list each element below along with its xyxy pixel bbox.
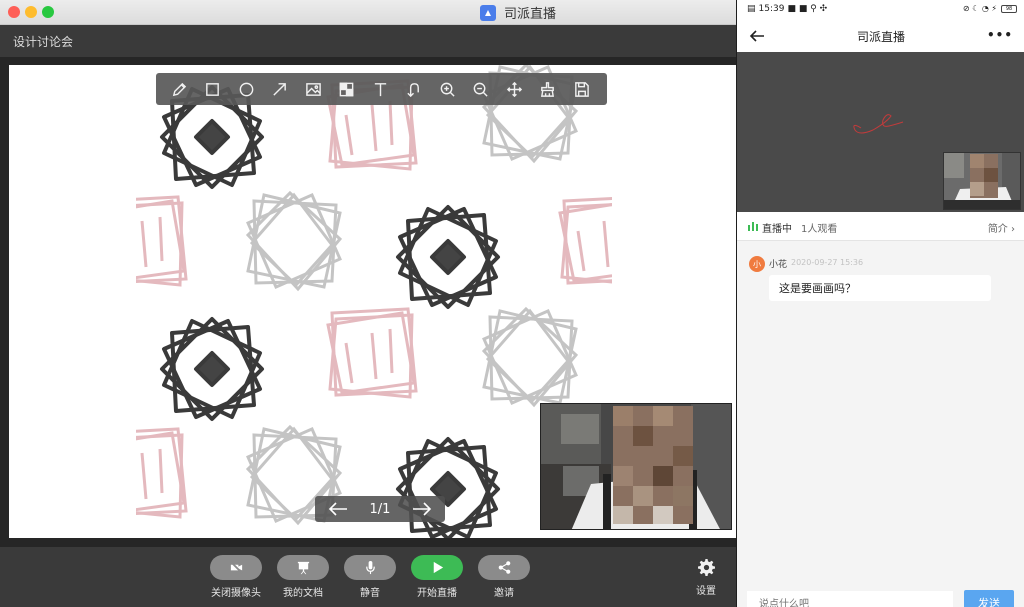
clear-icon[interactable] xyxy=(535,76,561,102)
undo-icon[interactable] xyxy=(401,76,427,102)
share-icon xyxy=(498,561,510,574)
gear-icon xyxy=(697,559,715,576)
app-logo-icon xyxy=(480,4,496,21)
presenter-video-frame xyxy=(944,153,1020,209)
microphone-icon xyxy=(365,560,375,575)
live-info-bar: 直播中 1人观看 简介 › xyxy=(737,212,1024,240)
play-icon xyxy=(433,561,443,574)
close-window-button[interactable] xyxy=(8,6,20,18)
chat-message-bubble: 这是要画画吗？ xyxy=(769,275,991,301)
circle-icon[interactable] xyxy=(233,76,259,102)
pencil-icon[interactable] xyxy=(166,76,192,102)
more-options-icon[interactable]: ••• xyxy=(987,28,1013,42)
minimize-window-button[interactable] xyxy=(25,6,37,18)
mosaic-icon[interactable] xyxy=(334,76,360,102)
page-indicator: 1/1 xyxy=(369,501,391,517)
intro-link[interactable]: 简介 › xyxy=(988,220,1015,235)
zoom-out-icon[interactable] xyxy=(468,76,494,102)
chat-input-bar: 发送 xyxy=(737,585,1024,607)
move-icon[interactable] xyxy=(501,76,527,102)
desktop-app-window: 司派直播 设计讨论会 1/1 关闭摄像头 我的文档 静音 开始直播 邀请 设置 xyxy=(0,0,736,607)
camera-preview[interactable] xyxy=(540,403,732,530)
live-status: 直播中 xyxy=(762,224,792,235)
message-timestamp: 2020-09-27 15:36 xyxy=(791,258,864,267)
mobile-navbar: 司派直播 ••• xyxy=(737,20,1024,52)
viewer-count: 1人观看 xyxy=(801,224,838,235)
mobile-viewer: ▤ 15:39 ■ ■ ⚲ ✣ ⊘ ☾ ◔ ⚡ 98 司派直播 ••• 直播中 … xyxy=(736,0,1024,607)
camera-off-button[interactable]: 关闭摄像头 xyxy=(201,555,271,599)
previous-page-button[interactable] xyxy=(327,499,349,519)
status-icons: ⊘ ☾ ◔ ⚡ xyxy=(962,4,997,13)
zoom-in-icon[interactable] xyxy=(434,76,460,102)
settings-button[interactable]: 设置 xyxy=(686,559,726,597)
app-title-text: 司派直播 xyxy=(504,7,557,22)
arrow-left-icon xyxy=(328,502,347,516)
window-titlebar: 司派直播 xyxy=(0,0,736,25)
status-time: 15:39 xyxy=(758,4,785,14)
start-live-label: 开始直播 xyxy=(417,588,457,599)
arrow-right-icon xyxy=(412,502,432,516)
image-icon[interactable] xyxy=(300,76,326,102)
camera-off-icon xyxy=(229,561,243,574)
my-documents-button[interactable]: 我的文档 xyxy=(268,555,338,599)
chat-input[interactable] xyxy=(747,591,953,607)
whiteboard-toolbar xyxy=(156,73,607,105)
page-navigator: 1/1 xyxy=(315,496,445,522)
settings-label: 设置 xyxy=(696,586,716,597)
battery-level: 98 xyxy=(1005,5,1013,12)
invite-label: 邀请 xyxy=(494,588,514,599)
send-button[interactable]: 发送 xyxy=(964,590,1014,607)
chat-panel: 小 小花 2020-09-27 15:36 这是要画画吗？ xyxy=(737,240,1024,585)
camera-off-label: 关闭摄像头 xyxy=(211,588,261,599)
mute-button[interactable]: 静音 xyxy=(335,555,405,599)
live-signal-icon xyxy=(748,222,758,231)
live-video-player[interactable] xyxy=(737,52,1024,212)
invite-button[interactable]: 邀请 xyxy=(469,555,539,599)
status-bar: ▤ 15:39 ■ ■ ⚲ ✣ ⊘ ☾ ◔ ⚡ 98 xyxy=(737,0,1024,20)
next-page-button[interactable] xyxy=(411,499,433,519)
presentation-board-icon xyxy=(297,561,309,575)
notification-icon: ▤ xyxy=(747,4,756,14)
camera-video-frame xyxy=(541,404,731,529)
avatar: 小 xyxy=(749,256,765,272)
start-live-button[interactable]: 开始直播 xyxy=(402,555,472,599)
arrow-icon[interactable] xyxy=(267,76,293,102)
control-bar: 关闭摄像头 我的文档 静音 开始直播 邀请 设置 xyxy=(0,547,736,607)
text-icon[interactable] xyxy=(367,76,393,102)
rectangle-icon[interactable] xyxy=(200,76,226,102)
mute-label: 静音 xyxy=(360,588,380,599)
app-notification-icons: ■ ■ ⚲ ✣ xyxy=(787,4,828,14)
message-username: 小花 xyxy=(769,260,788,270)
battery-icon: 98 xyxy=(1001,4,1017,13)
save-icon[interactable] xyxy=(568,76,594,102)
presenter-camera-thumbnail[interactable] xyxy=(943,152,1021,210)
maximize-window-button[interactable] xyxy=(42,6,54,18)
meeting-name: 设计讨论会 xyxy=(13,35,74,49)
meeting-header: 设计讨论会 xyxy=(0,25,736,57)
mobile-title: 司派直播 xyxy=(856,30,905,44)
app-title: 司派直播 xyxy=(480,3,556,22)
my-documents-label: 我的文档 xyxy=(283,588,323,599)
